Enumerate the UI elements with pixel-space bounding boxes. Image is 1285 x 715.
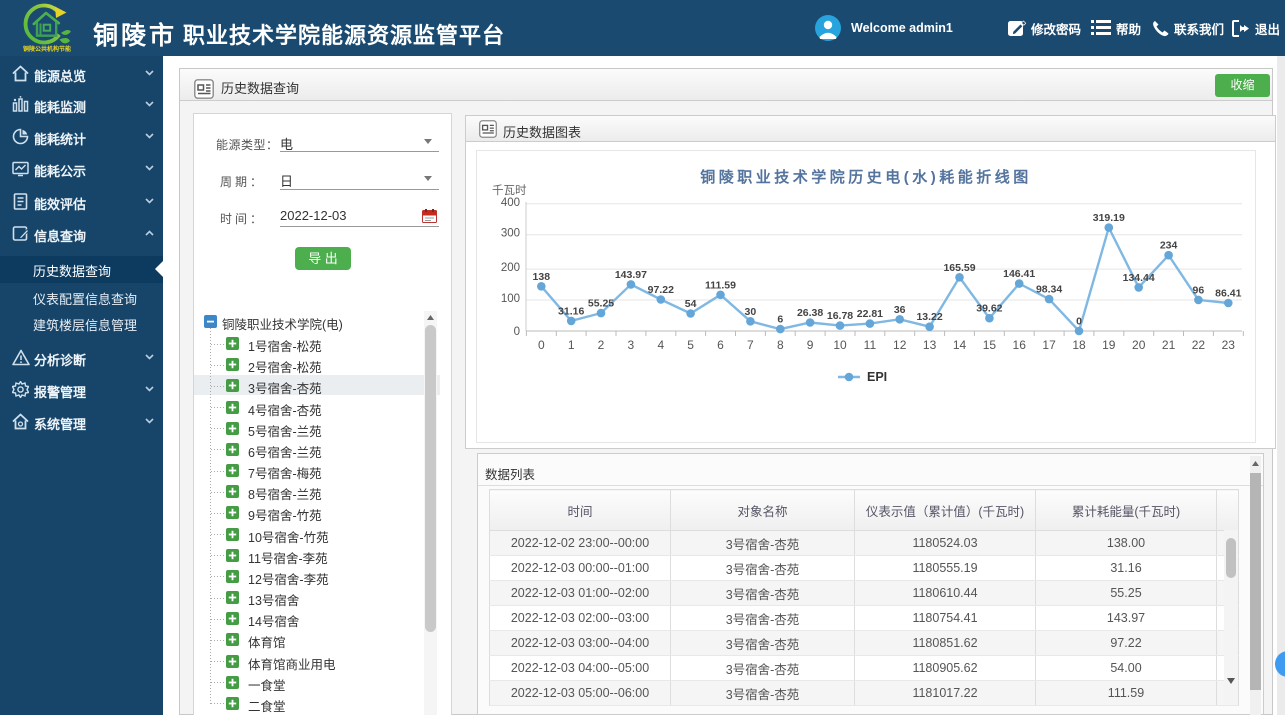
svg-text:1: 1 (568, 338, 575, 352)
svg-text:300: 300 (501, 228, 520, 240)
svg-text:铜陵公共机构节能: 铜陵公共机构节能 (23, 45, 71, 53)
svg-text:2: 2 (598, 338, 605, 352)
svg-text:30: 30 (745, 306, 757, 318)
svg-text:9: 9 (807, 338, 814, 352)
svg-text:14: 14 (953, 338, 967, 352)
svg-text:234: 234 (1160, 240, 1178, 252)
svg-text:55.25: 55.25 (588, 298, 614, 310)
svg-text:7: 7 (747, 338, 754, 352)
svg-text:100: 100 (501, 293, 520, 305)
svg-text:111.59: 111.59 (705, 279, 736, 291)
svg-text:23: 23 (1222, 338, 1236, 352)
svg-text:20: 20 (1132, 338, 1146, 352)
svg-text:21: 21 (1162, 338, 1176, 352)
svg-text:铜陵职业技术学院历史电(水)耗能折线图: 铜陵职业技术学院历史电(水)耗能折线图 (700, 168, 1032, 186)
svg-text:12: 12 (893, 338, 907, 352)
svg-text:98.34: 98.34 (1036, 284, 1062, 296)
svg-text:97.22: 97.22 (648, 284, 674, 296)
svg-text:千瓦时: 千瓦时 (492, 184, 527, 197)
svg-text:5: 5 (687, 338, 694, 352)
svg-text:15: 15 (983, 338, 997, 352)
svg-text:319.19: 319.19 (1093, 212, 1125, 224)
svg-text:22.81: 22.81 (857, 308, 883, 320)
svg-text:26.38: 26.38 (797, 307, 823, 319)
svg-text:0: 0 (514, 326, 520, 338)
svg-text:143.97: 143.97 (615, 269, 647, 281)
svg-text:400: 400 (501, 197, 520, 209)
svg-text:8: 8 (777, 338, 784, 352)
svg-text:96: 96 (1193, 284, 1205, 296)
svg-text:86.41: 86.41 (1215, 288, 1241, 300)
svg-text:0: 0 (538, 338, 545, 352)
svg-text:200: 200 (501, 262, 520, 274)
svg-text:22: 22 (1192, 338, 1206, 352)
svg-text:10: 10 (833, 338, 847, 352)
svg-text:EPI: EPI (867, 370, 887, 384)
svg-text:4: 4 (657, 338, 664, 352)
svg-text:36: 36 (894, 304, 906, 316)
svg-text:13.22: 13.22 (916, 311, 942, 323)
svg-text:16.78: 16.78 (827, 310, 853, 322)
svg-text:146.41: 146.41 (1003, 268, 1035, 280)
svg-text:0: 0 (1076, 316, 1082, 328)
svg-text:6: 6 (717, 338, 724, 352)
svg-text:54: 54 (685, 298, 697, 310)
svg-text:31.16: 31.16 (558, 305, 584, 317)
svg-text:39.62: 39.62 (976, 303, 1002, 315)
svg-text:19: 19 (1102, 338, 1116, 352)
svg-text:17: 17 (1042, 338, 1056, 352)
svg-text:18: 18 (1072, 338, 1086, 352)
svg-text:11: 11 (864, 338, 877, 352)
svg-text:165.59: 165.59 (943, 262, 975, 274)
svg-text:138: 138 (533, 271, 551, 283)
svg-text:16: 16 (1013, 338, 1027, 352)
svg-text:6: 6 (777, 314, 783, 326)
svg-text:3: 3 (628, 338, 635, 352)
svg-text:13: 13 (923, 338, 937, 352)
svg-text:134.44: 134.44 (1123, 272, 1155, 284)
